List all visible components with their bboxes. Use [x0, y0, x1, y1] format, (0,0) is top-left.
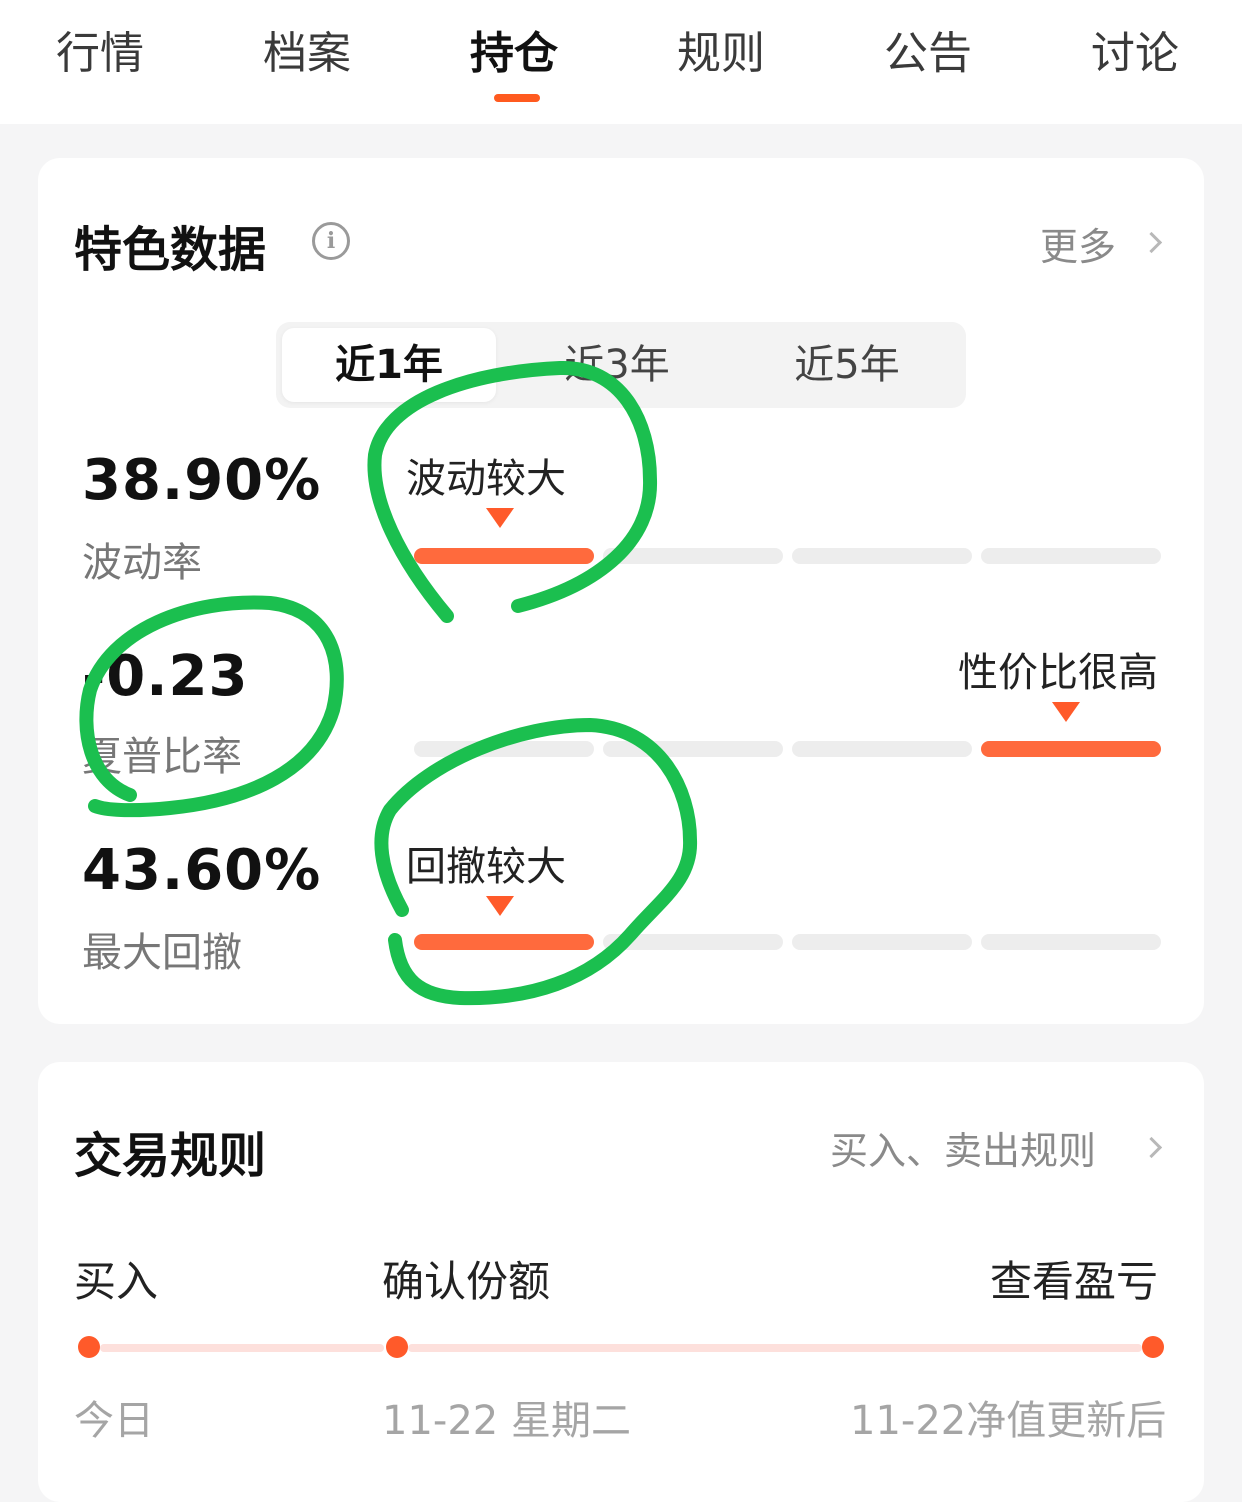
- drawdown-bar-segment-3: [792, 934, 972, 950]
- step-buy-label: 买入: [74, 1257, 159, 1306]
- volatility-bar-segment-1: [414, 548, 594, 564]
- feature-data-card: 特色数据 i 更多 近1年 近3年 近5年 38.90% 波动率 波动较大 -0…: [38, 158, 1204, 1024]
- max-drawdown-label: 最大回撤: [82, 930, 242, 976]
- buy-sell-rules-link[interactable]: 买入、卖出规则: [830, 1120, 1096, 1175]
- timeline-dot-buy: [78, 1336, 100, 1358]
- chevron-right-icon[interactable]: [1140, 231, 1163, 254]
- feature-card-title: 特色数据: [74, 222, 267, 278]
- step-view-pnl-date: 11-22净值更新后: [850, 1398, 1167, 1444]
- period-option-3y[interactable]: 近3年: [502, 322, 732, 408]
- chevron-right-icon[interactable]: [1140, 1136, 1163, 1159]
- volatility-bar-segment-4: [981, 548, 1161, 564]
- step-confirm-date: 11-22 星期二: [382, 1398, 631, 1444]
- sharpe-bar-segment-2: [603, 741, 783, 757]
- period-selector: 近1年 近3年 近5年: [276, 322, 966, 408]
- drawdown-bar-segment-4: [981, 934, 1161, 950]
- tab-announcements[interactable]: 公告: [884, 22, 972, 86]
- timeline-dot-confirm: [386, 1336, 408, 1358]
- sharpe-ratio-value: -0.23: [82, 644, 249, 709]
- active-tab-indicator: [494, 94, 540, 102]
- step-confirm-label: 确认份额: [382, 1257, 551, 1306]
- drawdown-bar-segment-1: [414, 934, 594, 950]
- period-option-1y[interactable]: 近1年: [282, 328, 496, 402]
- tab-profile[interactable]: 档案: [263, 22, 351, 86]
- timeline-line-1: [100, 1344, 384, 1352]
- drawdown-bar-segment-2: [603, 934, 783, 950]
- max-drawdown-marker-icon: [486, 896, 514, 916]
- tab-holdings[interactable]: 持仓: [470, 22, 558, 86]
- timeline-line-2: [408, 1344, 1142, 1352]
- info-icon[interactable]: i: [312, 222, 350, 260]
- sharpe-bar-segment-1: [414, 741, 594, 757]
- volatility-label: 波动率: [82, 540, 202, 586]
- top-tab-bar: 行情 档案 持仓 规则 公告 讨论: [0, 0, 1242, 124]
- sharpe-bar-segment-4: [981, 741, 1161, 757]
- sharpe-bar-segment-3: [792, 741, 972, 757]
- period-option-5y[interactable]: 近5年: [732, 322, 962, 408]
- sharpe-ratio-label: 夏普比率: [82, 734, 242, 780]
- tab-discussion[interactable]: 讨论: [1091, 22, 1179, 86]
- timeline-dot-view-pnl: [1142, 1336, 1164, 1358]
- volatility-bar-segment-3: [792, 548, 972, 564]
- max-drawdown-value: 43.60%: [82, 838, 322, 903]
- volatility-bar-segment-2: [603, 548, 783, 564]
- rules-card-title: 交易规则: [74, 1128, 267, 1184]
- sharpe-ratio-tag: 性价比很高: [958, 650, 1158, 696]
- step-view-pnl-label: 查看盈亏: [990, 1257, 1159, 1306]
- volatility-tag: 波动较大: [406, 456, 566, 502]
- tab-rules[interactable]: 规则: [677, 22, 765, 86]
- step-buy-date: 今日: [74, 1398, 154, 1444]
- volatility-marker-icon: [486, 508, 514, 528]
- tab-market[interactable]: 行情: [56, 22, 144, 86]
- max-drawdown-tag: 回撤较大: [406, 844, 566, 890]
- sharpe-ratio-marker-icon: [1052, 702, 1080, 722]
- volatility-value: 38.90%: [82, 448, 322, 513]
- more-link[interactable]: 更多: [1040, 216, 1116, 271]
